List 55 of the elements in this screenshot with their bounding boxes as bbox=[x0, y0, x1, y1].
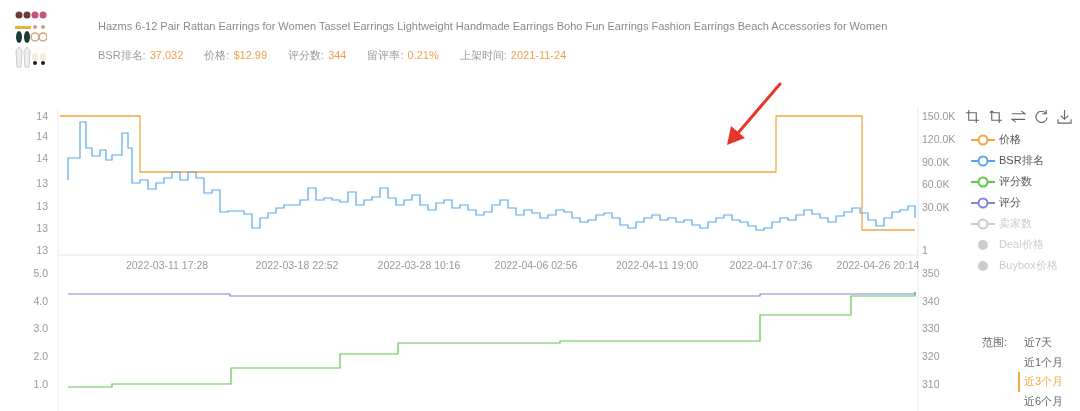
axis-label: 5.0 bbox=[33, 267, 48, 279]
legend-item[interactable]: 评分数 bbox=[999, 174, 1032, 189]
range-option[interactable]: 近7天 bbox=[1018, 333, 1080, 353]
crop-icon[interactable] bbox=[965, 109, 980, 124]
axis-label: 14 bbox=[36, 152, 48, 164]
range-option[interactable]: 近1个月 bbox=[1018, 352, 1080, 372]
axis-label: 90.0K bbox=[922, 156, 950, 168]
range-label: 范围: bbox=[982, 335, 1009, 350]
swap-arrows-icon[interactable] bbox=[1011, 109, 1026, 124]
stat-label: BSR排名: bbox=[98, 49, 146, 61]
axis-label: 340 bbox=[922, 295, 940, 307]
axis-label: 14 bbox=[36, 110, 48, 122]
time-axis-label: 2022-04-11 19:00 bbox=[615, 259, 699, 271]
time-axis-label: 2022-04-17 07:36 bbox=[729, 259, 813, 271]
axis-label: 13 bbox=[36, 222, 48, 234]
legend-item[interactable]: 价格 bbox=[999, 132, 1021, 147]
axis-label: 150.0K bbox=[922, 110, 956, 122]
stat-value: 37,032 bbox=[149, 49, 184, 61]
axis-label: 13 bbox=[36, 200, 48, 212]
time-axis-label: 2022-04-06 02:56 bbox=[494, 259, 578, 271]
axis-label: 13 bbox=[36, 177, 48, 189]
crop-back-icon[interactable] bbox=[988, 109, 1003, 124]
axis-label: 1 bbox=[922, 244, 928, 256]
axis-label: 320 bbox=[922, 350, 940, 362]
stat-value: $12.99 bbox=[233, 49, 268, 61]
axis-label: 13 bbox=[36, 244, 48, 256]
legend-item[interactable]: 评分 bbox=[999, 195, 1021, 210]
stat-label: 上架时间: bbox=[459, 49, 507, 61]
stat-label: 价格: bbox=[204, 49, 230, 61]
stat-value: 0.21% bbox=[407, 49, 439, 61]
axis-label: 60.0K bbox=[922, 178, 950, 190]
axis-label: 2.0 bbox=[33, 350, 48, 362]
axis-label: 14 bbox=[36, 130, 48, 142]
stat-label: 评分数: bbox=[288, 49, 325, 61]
axis-label: 1.0 bbox=[33, 378, 48, 390]
axis-label: 120.0K bbox=[922, 133, 956, 145]
refresh-icon[interactable] bbox=[1034, 109, 1049, 124]
axis-label: 350 bbox=[922, 267, 940, 279]
axis-label: 30.0K bbox=[922, 201, 950, 213]
axis-label: 310 bbox=[922, 378, 940, 390]
stat-value: 2021-11-24 bbox=[510, 49, 567, 61]
time-axis-label: 2022-03-28 10:16 bbox=[377, 259, 461, 271]
time-axis-label: 2022-03-11 17:28 bbox=[125, 259, 209, 271]
legend-item[interactable]: BSR排名 bbox=[999, 153, 1044, 168]
stat-label: 留评率: bbox=[367, 49, 404, 61]
axis-label: 330 bbox=[922, 322, 940, 334]
stat-value: 344 bbox=[328, 49, 347, 61]
axis-label: 3.0 bbox=[33, 322, 48, 334]
time-axis-label: 2022-03-18 22:52 bbox=[255, 259, 339, 271]
range-option[interactable]: 近6个月 bbox=[1018, 391, 1080, 411]
product-title: Hazms 6-12 Pair Rattan Earrings for Women Tassel Earrings Lightweight Handmade Earrings Boho Fun Earrings Fashion Earrings Beach Accessories for Women bbox=[98, 20, 888, 32]
download-icon[interactable] bbox=[1057, 109, 1072, 124]
pointer-arrow bbox=[727, 82, 782, 145]
time-axis-label: 2022-04-26 20:14 bbox=[836, 259, 920, 271]
axis-label: 4.0 bbox=[33, 295, 48, 307]
